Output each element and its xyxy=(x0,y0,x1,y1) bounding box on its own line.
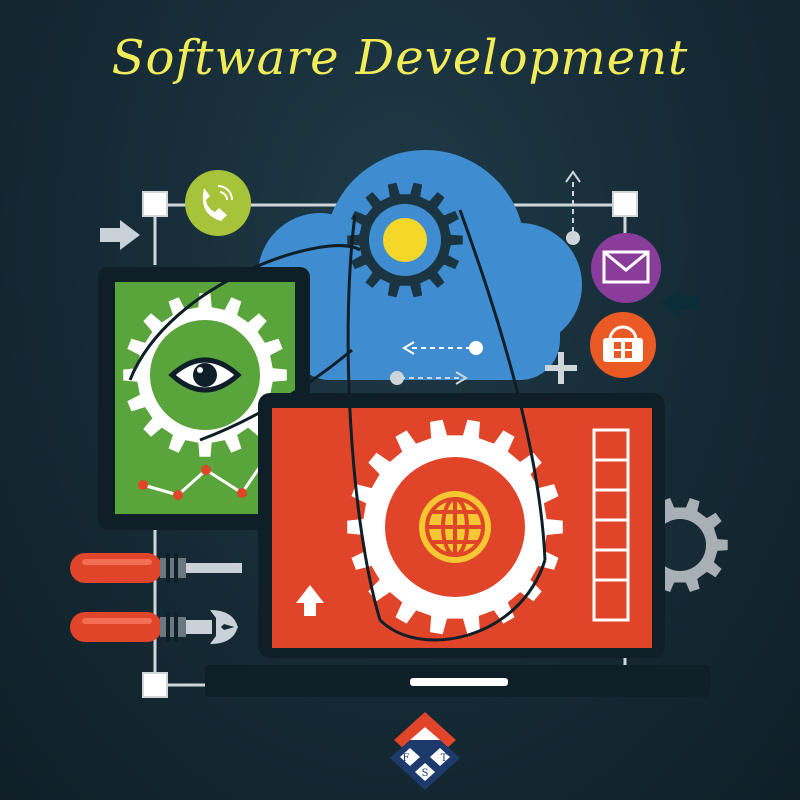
logo-letter-s: S xyxy=(422,768,429,779)
arrow-left-icon xyxy=(660,288,700,318)
arrow-right-icon xyxy=(100,220,140,250)
globe-icon xyxy=(419,491,491,563)
cloud-gear-center xyxy=(383,218,427,262)
illustration: F T S xyxy=(70,150,728,790)
phone-icon xyxy=(185,170,251,236)
wrench-icon xyxy=(70,610,238,644)
logo-letter-t: T xyxy=(441,753,448,764)
dashed-arrow-up-icon xyxy=(565,170,581,232)
fst-logo: F T S xyxy=(390,712,460,790)
shopping-basket-icon xyxy=(590,312,656,378)
logo-letter-f: F xyxy=(403,753,410,764)
eye-icon xyxy=(168,357,242,393)
screwdriver-icon xyxy=(70,553,242,583)
laptop-base xyxy=(205,665,710,697)
mail-icon xyxy=(591,233,661,303)
